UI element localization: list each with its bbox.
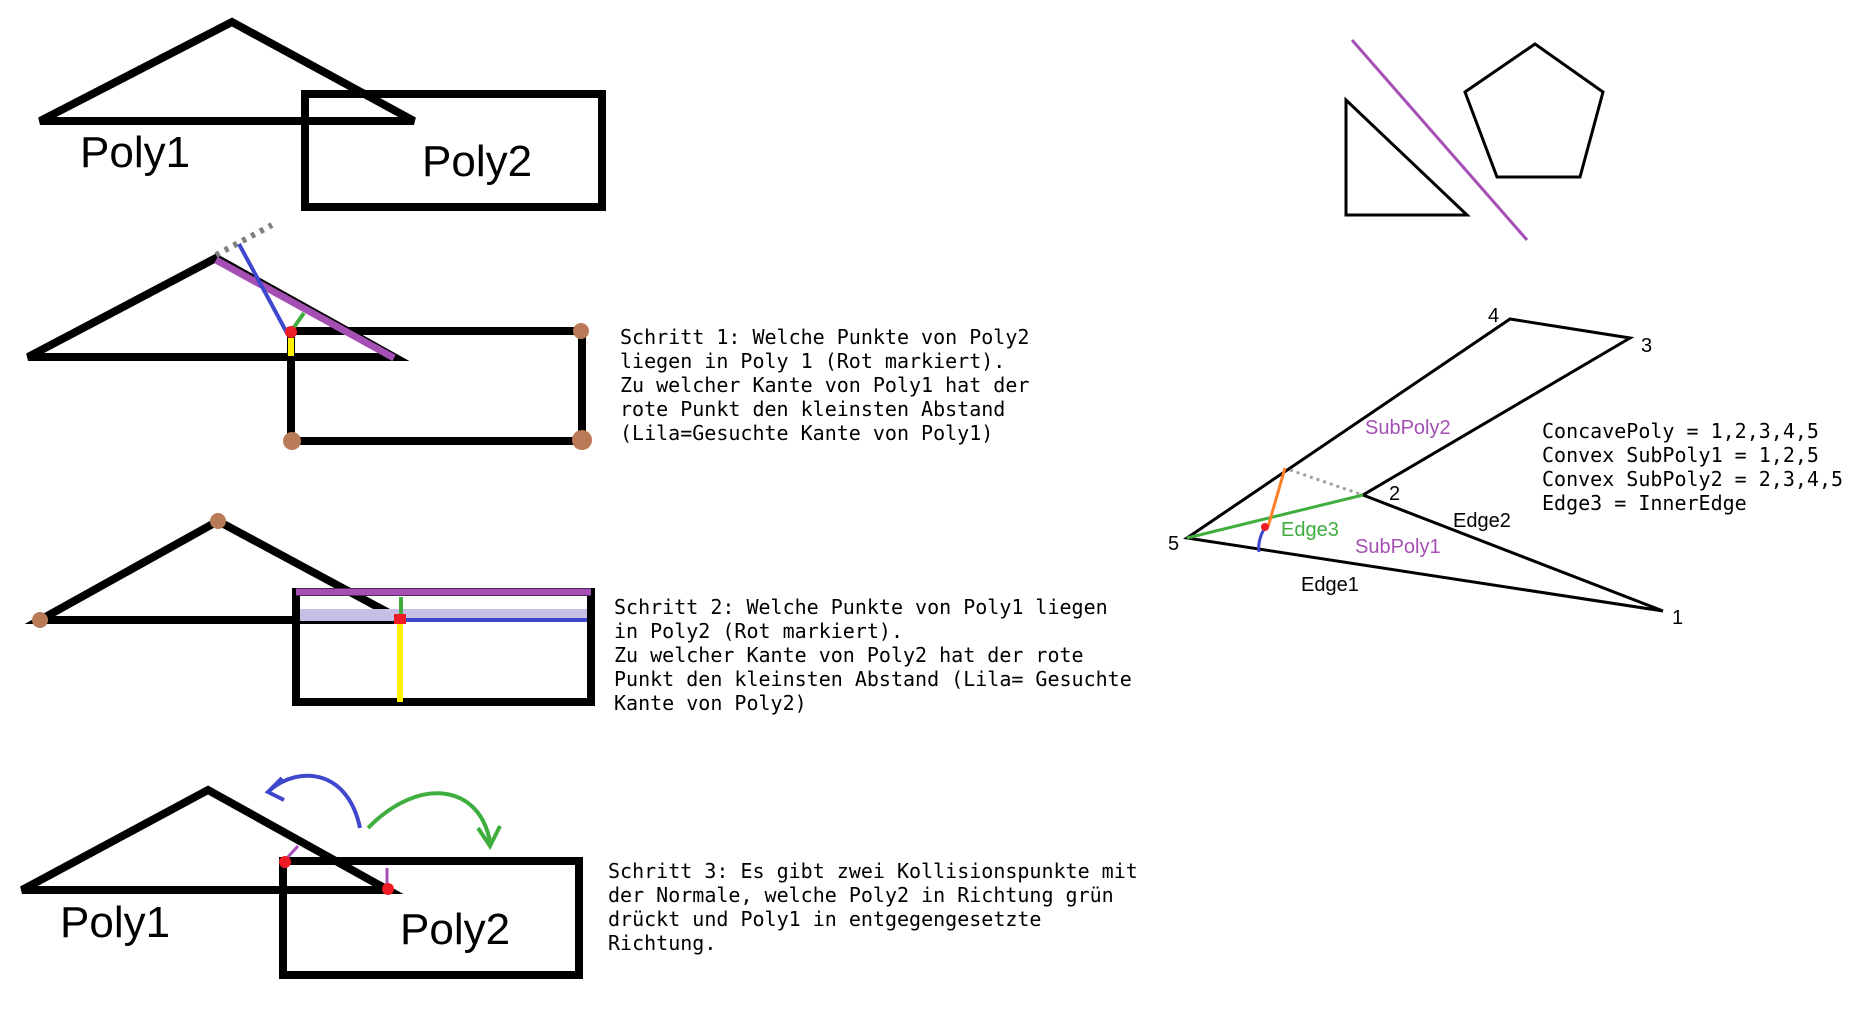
step3-line: der Normale, welche Poly2 in Richtung gr… [608,883,1114,907]
blue-curved-arrow [268,773,362,829]
blue-line [237,243,289,334]
section-step2: Schritt 2: Welche Punkte von Poly1 liege… [24,513,1144,715]
brown-vertex [572,430,592,450]
step1-line: (Lila=Gesuchte Kante von Poly1) [620,421,993,445]
small-normal-arrow [285,844,300,860]
poly1-label: Poly1 [60,898,170,947]
edge2-label: Edge2 [1453,510,1511,532]
subpoly2-label: SubPoly2 [1365,417,1451,439]
step1-line: liegen in Poly 1 (Rot markiert). [620,349,1005,373]
green-curved-arrow [366,791,492,843]
step3-line: Schritt 3: Es gibt zwei Kollisionspunkte… [608,859,1138,883]
poly1-label: Poly1 [80,128,190,177]
vertex-label-1: 1 [1672,607,1683,629]
diagram-canvas: Poly1 Poly2 Schritt 1: Welche Punkte von… [20,17,1855,979]
red-collision-point [279,856,291,868]
poly2-label: Poly2 [422,137,532,186]
step2-line: Punkt den kleinsten Abstand (Lila= Gesuc… [614,667,1132,691]
concave-info-line: Convex SubPoly1 = 1,2,5 [1542,443,1819,467]
concave-info-line: ConcavePoly = 1,2,3,4,5 [1542,419,1819,443]
right-triangle [1344,96,1471,217]
step1-line: Zu welcher Kante von Poly1 hat der [620,373,1029,397]
subpoly1-label: SubPoly1 [1355,536,1441,558]
gray-dotted-line [1289,468,1364,497]
edge3-label: Edge3 [1281,519,1339,541]
section-concave: 1 2 3 4 5 Edge1 Edge2 Edge3 SubPoly1 Sub… [1168,305,1855,629]
step1-line: rote Punkt den kleinsten Abstand [620,397,1005,421]
section-separation [1344,39,1605,241]
poly1-triangle [38,17,416,125]
poly2-rectangle [287,327,586,445]
vertex-label-5: 5 [1168,533,1179,555]
step2-line: Kante von Poly2) [614,691,807,715]
concave-info: ConcavePoly = 1,2,3,4,5 Convex SubPoly1 … [1542,419,1855,515]
section-step1: Schritt 1: Welche Punkte von Poly2 liege… [26,222,1041,450]
step3-line: drückt und Poly1 in entgegengesetzte [608,907,1041,931]
vertex-label-3: 3 [1641,335,1652,357]
brown-vertex [210,513,226,529]
brown-vertex [32,612,48,628]
red-point [1261,523,1269,531]
red-collision-point [394,614,406,624]
red-collision-point [382,883,394,895]
purple-nearest-edge [214,256,396,362]
pentagon [1463,42,1605,179]
vertex-label-2: 2 [1389,483,1400,505]
concave-info-line: Edge3 = InnerEdge [1542,491,1747,515]
edge1-label: Edge1 [1301,574,1359,596]
section-initial-overlap: Poly1 Poly2 [38,17,606,211]
concave-info-line: Convex SubPoly2 = 2,3,4,5 [1542,467,1843,491]
step2-line: Schritt 2: Welche Punkte von Poly1 liege… [614,595,1108,619]
vertex-label-4: 4 [1488,305,1499,327]
step2-text: Schritt 2: Welche Punkte von Poly1 liege… [614,595,1144,715]
brown-vertex [573,323,589,339]
red-collision-point [285,326,297,338]
poly2-label: Poly2 [400,905,510,954]
poly1-triangle [20,785,404,894]
poly1-triangle [24,516,404,624]
step1-text: Schritt 1: Welche Punkte von Poly2 liege… [620,325,1041,445]
step1-line: Schritt 1: Welche Punkte von Poly2 [620,325,1029,349]
section-step3: Poly1 Poly2 Schritt 3: Es gibt zwei Koll… [20,773,1150,979]
step3-text: Schritt 3: Es gibt zwei Kollisionspunkte… [608,859,1150,955]
step2-line: Zu welcher Kante von Poly2 hat der rote [614,643,1084,667]
step3-line: Richtung. [608,931,716,955]
poly1-triangle [26,253,410,361]
poly2-rectangle [292,588,595,706]
purple-separating-line [1350,39,1529,241]
step2-line: in Poly2 (Rot markiert). [614,619,903,643]
brown-vertex [283,432,301,450]
